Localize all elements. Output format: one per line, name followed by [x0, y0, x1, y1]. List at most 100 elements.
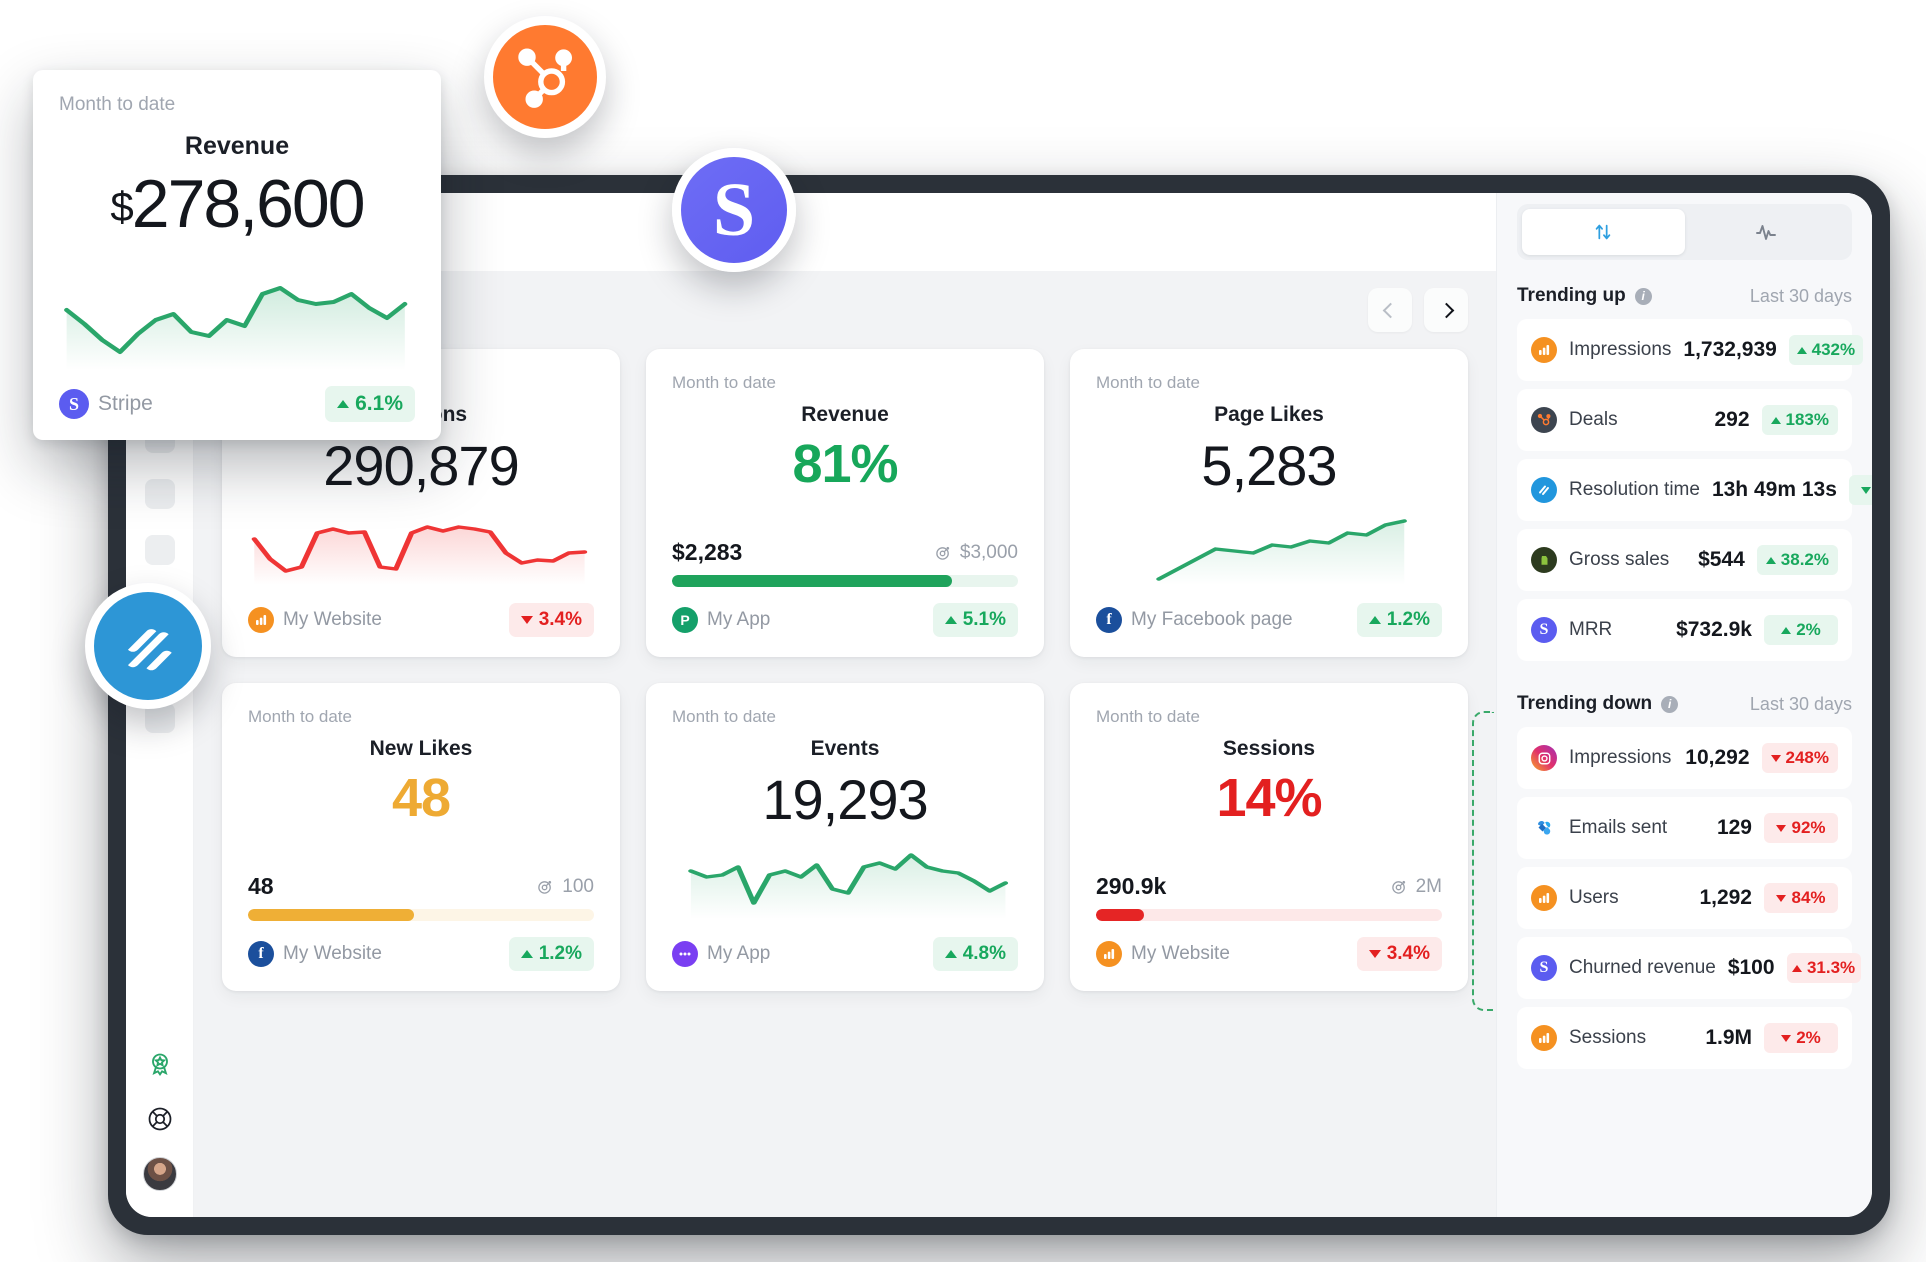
metric-name: MRR [1569, 619, 1613, 640]
card-period: Month to date [1096, 707, 1200, 726]
card-change-value: 6.1% [355, 392, 403, 415]
metric-card-grid: Month to date Sessions 290,879 [194, 349, 1496, 991]
triangle-down-icon [520, 616, 533, 624]
metric-name: Impressions [1569, 747, 1672, 768]
card-footer: S Stripe 6.1% [59, 386, 415, 422]
card-source: f My Website [248, 941, 382, 967]
list-item[interactable]: Users 1,292 84% [1517, 867, 1852, 929]
list-item[interactable]: Resolution time 13h 49m 13s 39% [1517, 459, 1872, 521]
section-range: Last 30 days [1749, 693, 1852, 714]
info-icon[interactable]: i [1661, 695, 1679, 713]
status-badge: 2% [1764, 1023, 1838, 1053]
metric-card[interactable]: Month to date Revenue 81% $2,283 $3,000 [646, 349, 1044, 657]
card-source-label: My App [707, 609, 771, 630]
lifebuoy-icon[interactable] [144, 1103, 176, 1135]
triangle-down-icon [1776, 894, 1787, 902]
list-item[interactable]: Gross sales $544 38.2% [1517, 529, 1852, 591]
metric-value: 1.9M [1705, 1026, 1752, 1049]
card-period: Month to date [672, 373, 776, 392]
card-change-badge: 4.8% [932, 937, 1018, 971]
section-title-group: Trending down i [1517, 693, 1679, 715]
triangle-down-icon [1861, 486, 1872, 494]
drop-zone-placeholder [1472, 711, 1494, 1011]
card-title: Revenue [801, 403, 889, 426]
list-item[interactable]: Impressions 1,732,939 432% [1517, 319, 1863, 381]
profitwell-icon: P [672, 607, 698, 633]
stripe-icon: S [1531, 955, 1557, 981]
info-icon[interactable]: i [1634, 287, 1652, 305]
floating-metric-card[interactable]: Month to date Revenue $278,600 S Stripe … [33, 70, 441, 440]
card-goal-row: 290.9k 2M [1096, 869, 1442, 900]
card-footer: My App 4.8% [672, 937, 1018, 971]
card-goal-row: 48 100 [248, 869, 594, 900]
card-value: 5,283 [1201, 434, 1337, 497]
card-source: My Website [1096, 941, 1230, 967]
shopify-icon [1531, 547, 1557, 573]
card-footer: My Website 3.4% [1096, 937, 1442, 971]
metric-name: Resolution time [1569, 479, 1700, 500]
avatar[interactable] [142, 1157, 177, 1191]
card-footer: P My App 5.1% [672, 603, 1018, 637]
stripe-icon: S [59, 389, 89, 419]
sort-arrows-icon [1595, 224, 1611, 240]
list-item[interactable]: Sessions 1.9M 2% [1517, 1007, 1852, 1069]
triangle-down-icon [1770, 754, 1781, 762]
metric-change: 183% [1785, 410, 1829, 429]
tab-trending[interactable] [1522, 209, 1685, 255]
metric-card[interactable]: Month to date Page Likes 5,283 f My Face… [1070, 349, 1468, 657]
card-change-value: 1.2% [1386, 609, 1430, 630]
sparkline-chart [672, 831, 1018, 921]
card-target: $3,000 [935, 542, 1018, 564]
card-source: S Stripe [59, 389, 153, 419]
list-item[interactable]: Emails sent 129 92% [1517, 797, 1852, 859]
card-target: 2M [1391, 876, 1442, 898]
metric-card[interactable]: Month to date New Likes 48 48 100 f My W… [222, 683, 620, 991]
list-item[interactable]: Deals 292 183% [1517, 389, 1852, 451]
rail-item-3[interactable] [144, 479, 175, 509]
metric-card[interactable]: Month to date Events 19,293 My App 4.8% [646, 683, 1044, 991]
google-analytics-icon [1531, 337, 1557, 363]
hubspot-icon [1531, 407, 1557, 433]
trending-up-section: Trending up i Last 30 days Impressions 1… [1497, 271, 1872, 661]
next-page-button[interactable] [1424, 288, 1468, 332]
card-source: f My Facebook page [1096, 607, 1293, 633]
progress-bar [248, 909, 594, 921]
card-change-badge: 3.4% [508, 603, 594, 637]
award-icon[interactable] [144, 1049, 176, 1081]
card-title: New Likes [369, 737, 473, 760]
status-badge: 31.3% [1786, 953, 1861, 983]
status-badge: 92% [1764, 813, 1838, 843]
rail-item-4[interactable] [144, 535, 175, 565]
card-change-badge: 1.2% [1356, 603, 1442, 637]
metric-card[interactable]: Month to date Sessions 14% 290.9k 2M My … [1070, 683, 1468, 991]
section-header: Trending up i Last 30 days [1517, 285, 1852, 307]
card-change-value: 4.8% [962, 943, 1006, 964]
panel-toggle-group [1497, 193, 1872, 271]
metric-value: 292 [1714, 408, 1750, 431]
metric-change: 2% [1796, 620, 1821, 639]
hubspot-logo-badge [484, 16, 606, 138]
card-target: 100 [537, 876, 594, 898]
mixpanel-icon [672, 941, 698, 967]
instagram-icon [1531, 745, 1557, 771]
triangle-up-icon [1796, 346, 1807, 354]
metric-change: 92% [1791, 818, 1826, 837]
tab-activity[interactable] [1685, 209, 1848, 255]
google-analytics-icon [1531, 885, 1557, 911]
list-item[interactable]: S MRR $732.9k 2% [1517, 599, 1852, 661]
card-current-value: 48 [248, 873, 274, 899]
metric-name: Gross sales [1569, 549, 1670, 570]
card-change-value: 5.1% [962, 609, 1006, 630]
metric-value: $732.9k [1676, 618, 1752, 641]
sparkline-chart [59, 243, 415, 372]
card-source: My Website [248, 607, 382, 633]
list-item[interactable]: Impressions 10,292 248% [1517, 727, 1852, 789]
list-item[interactable]: S Churned revenue $100 31.3% [1517, 937, 1861, 999]
prev-page-button[interactable] [1368, 288, 1412, 332]
triangle-up-icon [1770, 416, 1781, 424]
status-badge: 39% [1848, 475, 1872, 505]
triangle-down-icon [1776, 824, 1787, 832]
status-badge: 38.2% [1756, 545, 1838, 575]
target-icon [538, 880, 552, 894]
sparkline-chart [1096, 497, 1442, 587]
